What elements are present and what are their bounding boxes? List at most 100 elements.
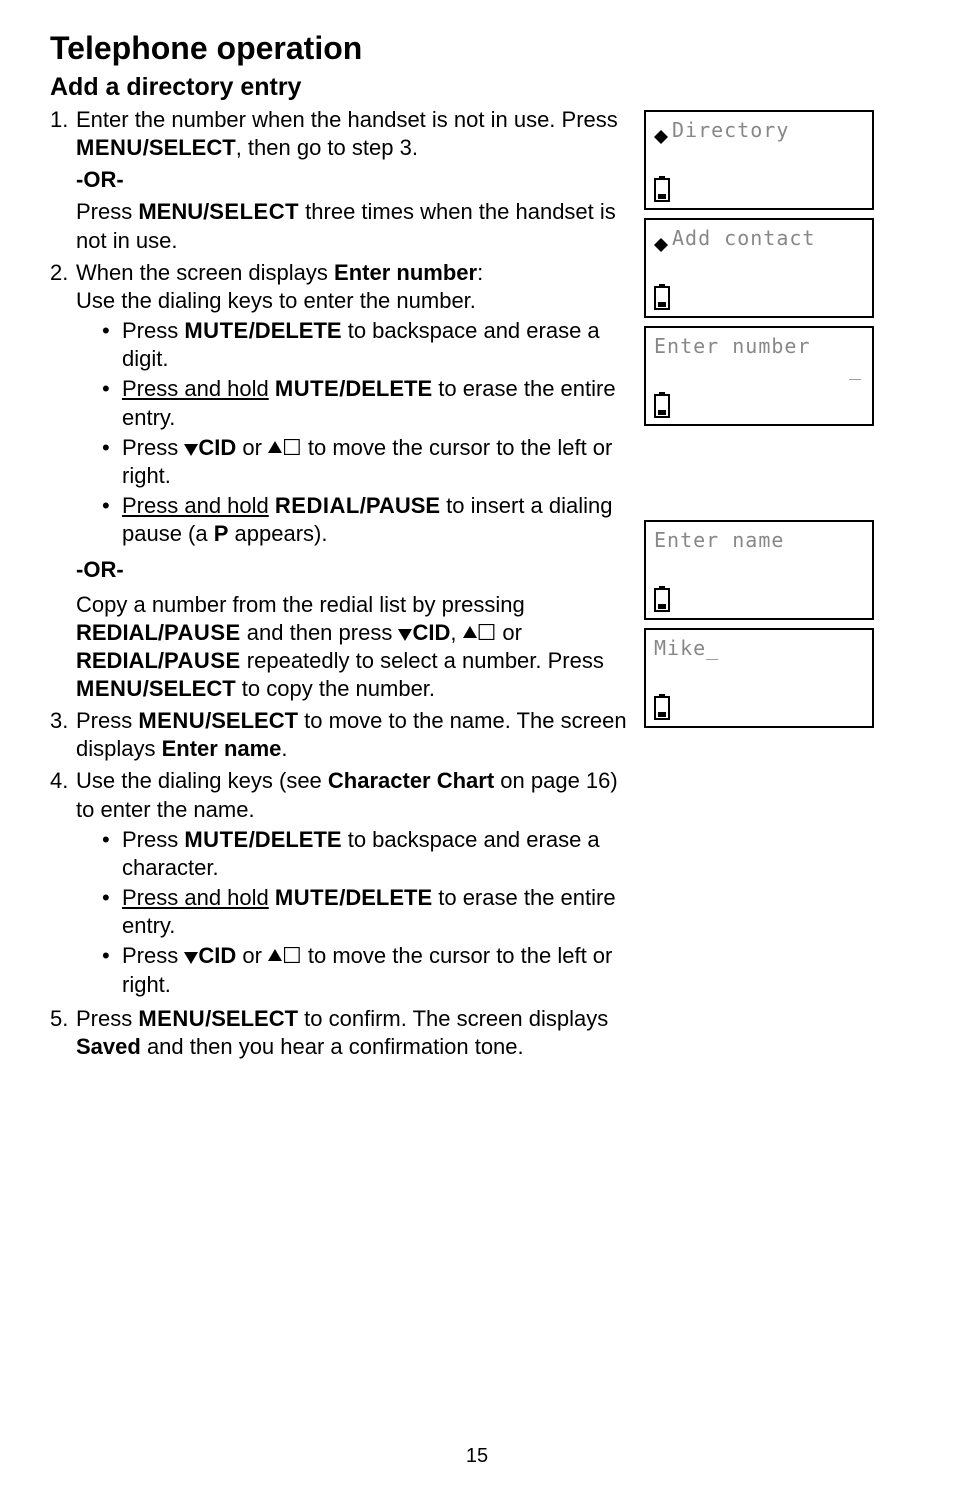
bullet-tail: to move the cursor to the left or right.: [122, 435, 612, 488]
period: .: [281, 736, 287, 761]
battery-icon: [654, 176, 670, 202]
battery-icon: [654, 586, 670, 612]
menu-label: MENU: [76, 676, 143, 701]
up-triangle-icon: [463, 626, 477, 638]
step4-text: Use the dialing keys (see: [76, 768, 328, 793]
step-number: 1.: [50, 106, 76, 162]
book-icon: ☐: [477, 620, 497, 645]
delete-label: /DELETE: [249, 827, 342, 852]
down-triangle-icon: [398, 629, 412, 641]
p-letter: P: [214, 521, 229, 546]
lcd-mike: Mike_: [644, 628, 874, 728]
mute-label: MUTE: [184, 318, 248, 343]
enter-number-label: Enter number: [334, 260, 477, 285]
lcd-text: Mike_: [654, 636, 719, 660]
step1-text: Enter the number when the handset is not…: [76, 107, 618, 132]
bullet-tail: appears).: [228, 521, 327, 546]
lcd-directory: Directory: [644, 110, 874, 210]
use-keys-text: Use the dialing keys to enter the number…: [76, 288, 476, 313]
book-icon: ☐: [282, 435, 302, 460]
colon: :: [477, 260, 483, 285]
lcd-text: Enter number: [654, 334, 811, 358]
bullet-text: Press: [122, 827, 184, 852]
select-label: SELECT: [209, 199, 299, 224]
delete-label: /DELETE: [339, 885, 432, 910]
select-label: /SELECT: [205, 1006, 298, 1031]
instructions: 1. Enter the number when the handset is …: [50, 106, 632, 1065]
or-label: -OR-: [76, 557, 124, 582]
lcd-column: Directory Add contact Enter number _: [644, 106, 904, 1065]
book-icon: ☐: [282, 943, 302, 968]
bullet-tail: to move the cursor to the left or right.: [122, 943, 612, 996]
lcd-text: Enter name: [654, 528, 784, 552]
step1-tail: , then go to step 3.: [236, 135, 418, 160]
press-hold-text: Press and hold: [122, 885, 269, 910]
pause-label: PAUSE: [164, 620, 241, 645]
page-number: 15: [0, 1445, 954, 1468]
battery-icon: [654, 392, 670, 418]
lcd-enter-name: Enter name: [644, 520, 874, 620]
menu-label: MENU/: [138, 199, 209, 224]
delete-label: /DELETE: [249, 318, 342, 343]
step-number: 5.: [50, 1005, 76, 1061]
section-heading: Add a directory entry: [50, 73, 904, 102]
cid-label: CID: [198, 943, 236, 968]
page-title: Telephone operation: [50, 30, 904, 67]
press-hold-text: Press and hold: [122, 493, 269, 518]
cid-label: CID: [198, 435, 236, 460]
bullet-text: Press: [122, 943, 184, 968]
copy-text: Copy a number from the redial list by pr…: [76, 592, 525, 617]
delete-label: /DELETE: [339, 376, 432, 401]
battery-icon: [654, 694, 670, 720]
press-hold-text: Press and hold: [122, 376, 269, 401]
copy-tail: to copy the number.: [236, 676, 435, 701]
press-menu-text: Press: [76, 199, 138, 224]
or-text: or: [236, 435, 268, 460]
comma: ,: [450, 620, 462, 645]
diamond-icon: [654, 231, 668, 245]
copy-mid: and then press: [241, 620, 399, 645]
step2-text: When the screen displays: [76, 260, 334, 285]
battery-icon: [654, 284, 670, 310]
copy-mid2: repeatedly to select a number. Press: [241, 648, 604, 673]
enter-name-label: Enter name: [162, 736, 282, 761]
or-text: or: [496, 620, 522, 645]
step3-text: Press: [76, 708, 138, 733]
step-number: 4.: [50, 767, 76, 1000]
step5-mid: to confirm. The screen displays: [298, 1006, 608, 1031]
step5-text: Press: [76, 1006, 138, 1031]
up-triangle-icon: [268, 441, 282, 453]
lcd-text: Directory: [672, 118, 789, 142]
mute-label: MUTE: [184, 827, 248, 852]
select-label: /SELECT: [143, 135, 236, 160]
saved-label: Saved: [76, 1034, 141, 1059]
lcd-add-contact: Add contact: [644, 218, 874, 318]
step-number: 3.: [50, 707, 76, 763]
cursor-icon: _: [849, 356, 862, 380]
redial-label: REDIAL/: [76, 620, 164, 645]
bullet-text: Press: [122, 435, 184, 460]
bullet-text: Press: [122, 318, 184, 343]
step-number: 2.: [50, 259, 76, 703]
pause-label: PAUSE: [164, 648, 241, 673]
diamond-icon: [654, 123, 668, 137]
or-text: or: [236, 943, 268, 968]
mute-label: MUTE: [275, 376, 339, 401]
select-label: /SELECT: [143, 676, 236, 701]
lcd-text: Add contact: [672, 226, 815, 250]
menu-label: MENU: [76, 135, 143, 160]
menu-label: MENU: [138, 708, 205, 733]
cid-label: CID: [412, 620, 450, 645]
step5-tail: and then you hear a confirmation tone.: [141, 1034, 524, 1059]
lcd-enter-number: Enter number _: [644, 326, 874, 426]
down-triangle-icon: [184, 444, 198, 456]
mute-label: MUTE: [275, 885, 339, 910]
down-triangle-icon: [184, 952, 198, 964]
redial-label: REDIAL/: [76, 648, 164, 673]
or-label: -OR-: [76, 167, 124, 192]
up-triangle-icon: [268, 949, 282, 961]
pause-label: /PAUSE: [360, 493, 440, 518]
select-label: /SELECT: [205, 708, 298, 733]
char-chart-label: Character Chart: [328, 768, 494, 793]
redial-label: REDIAL: [275, 493, 360, 518]
